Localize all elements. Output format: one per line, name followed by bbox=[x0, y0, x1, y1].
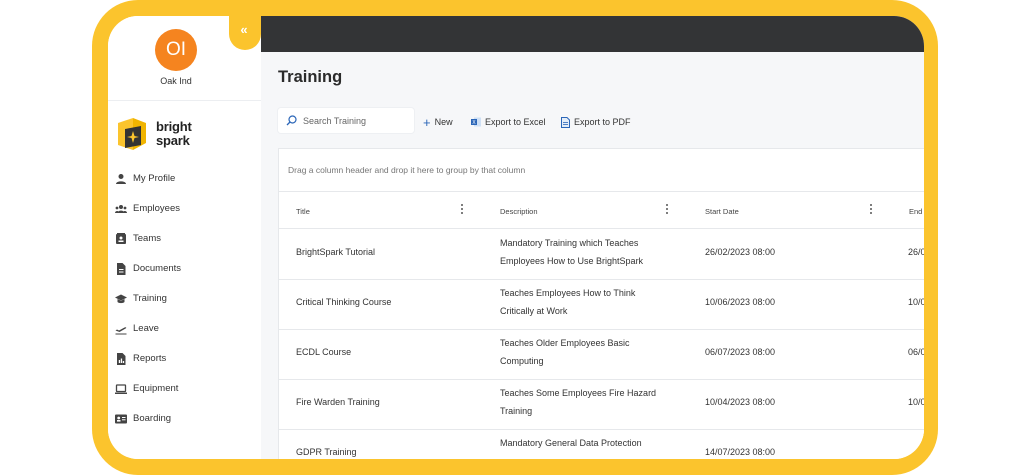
sidebar-item-leave[interactable]: Leave bbox=[108, 319, 261, 341]
sidebar: OI Oak Ind bright spark My Profile Employ… bbox=[108, 16, 262, 459]
cell-title: BrightSpark Tutorial bbox=[296, 247, 376, 257]
cell-description-line: Teaches Employees How to Think bbox=[500, 288, 636, 298]
sidebar-item-teams[interactable]: Teams bbox=[108, 229, 261, 251]
sidebar-item-label: My Profile bbox=[133, 173, 176, 184]
divider bbox=[108, 100, 261, 101]
table-row[interactable]: ECDL Course Teaches Older Employees Basi… bbox=[279, 329, 924, 379]
plus-icon: + bbox=[423, 114, 431, 130]
new-button[interactable]: + New bbox=[423, 114, 453, 130]
training-grid: Drag a column header and drop it here to… bbox=[278, 148, 924, 459]
cell-start-date: 10/04/2023 08:00 bbox=[705, 397, 776, 407]
sidebar-item-label: Reports bbox=[133, 353, 167, 364]
sidebar-item-label: Boarding bbox=[133, 413, 172, 424]
svg-text:X: X bbox=[472, 120, 476, 126]
pdf-icon bbox=[561, 116, 570, 128]
id-badge-icon bbox=[115, 414, 127, 424]
cell-description-line: Computing bbox=[500, 356, 544, 366]
cell-description-line: Mandatory General Data Protection bbox=[500, 438, 642, 448]
cell-start-date: 14/07/2023 08:00 bbox=[705, 447, 776, 457]
cell-end-date: 26/0 bbox=[908, 247, 924, 257]
column-menu-icon[interactable] bbox=[869, 204, 873, 216]
cell-start-date: 10/06/2023 08:00 bbox=[705, 297, 776, 307]
search-box bbox=[278, 108, 414, 133]
app-screen: OI Oak Ind bright spark My Profile Employ… bbox=[108, 16, 924, 459]
avatar[interactable]: OI bbox=[155, 29, 197, 71]
sidebar-item-label: Teams bbox=[133, 233, 161, 244]
plane-departure-icon bbox=[115, 327, 127, 335]
person-icon bbox=[116, 174, 126, 184]
cell-start-date: 26/02/2023 08:00 bbox=[705, 247, 776, 257]
logo-icon bbox=[118, 118, 146, 150]
column-header-end-date[interactable]: End bbox=[909, 207, 922, 216]
search-icon bbox=[286, 115, 297, 126]
export-excel-label: Export to Excel bbox=[485, 117, 546, 127]
cell-description-line: Teaches Some Employees Fire Hazard bbox=[500, 388, 657, 398]
cell-description-line: Mandatory Training which Teaches bbox=[500, 238, 639, 248]
sidebar-item-label: Equipment bbox=[133, 383, 179, 394]
logo-text: bright spark bbox=[156, 119, 192, 148]
column-header-description[interactable]: Description bbox=[500, 207, 538, 216]
graduation-cap-icon bbox=[115, 294, 127, 304]
table-row[interactable]: GDPR Training Mandatory General Data Pro… bbox=[279, 429, 924, 459]
cell-description-line: Critically at Work bbox=[500, 306, 568, 316]
export-pdf-button[interactable]: Export to PDF bbox=[561, 114, 631, 130]
cell-title: GDPR Training bbox=[296, 447, 357, 457]
group-by-drop-area[interactable]: Drag a column header and drop it here to… bbox=[288, 165, 525, 175]
cell-end-date: 06/0 bbox=[908, 347, 924, 357]
main-content: Training + New X Export to Excel Export … bbox=[261, 52, 924, 459]
excel-icon: X bbox=[471, 117, 481, 127]
cell-title: ECDL Course bbox=[296, 347, 352, 357]
collapse-sidebar-button[interactable]: « bbox=[229, 16, 261, 50]
cell-end-date: 10/0 bbox=[908, 297, 924, 307]
sidebar-item-training[interactable]: Training bbox=[108, 289, 261, 311]
page-title: Training bbox=[278, 68, 343, 86]
cell-description-line: Training bbox=[500, 406, 533, 416]
report-icon bbox=[117, 353, 126, 365]
table-row[interactable]: BrightSpark Tutorial Mandatory Training … bbox=[279, 229, 924, 279]
column-header-start-date[interactable]: Start Date bbox=[705, 207, 739, 216]
double-chevron-left-icon: « bbox=[240, 22, 248, 37]
table-row[interactable]: Fire Warden Training Teaches Some Employ… bbox=[279, 379, 924, 429]
cell-start-date: 06/07/2023 08:00 bbox=[705, 347, 776, 357]
sidebar-item-label: Employees bbox=[133, 203, 180, 214]
export-pdf-label: Export to PDF bbox=[574, 117, 631, 127]
divider bbox=[279, 191, 924, 192]
brightspark-logo: bright spark bbox=[116, 117, 206, 157]
top-bar bbox=[261, 16, 924, 52]
cell-title: Fire Warden Training bbox=[296, 397, 380, 407]
new-button-label: New bbox=[434, 117, 453, 127]
cell-title: Critical Thinking Course bbox=[296, 297, 392, 307]
sidebar-item-employees[interactable]: Employees bbox=[108, 199, 261, 221]
sidebar-item-label: Training bbox=[133, 293, 167, 304]
cell-description-line: Employees How to Use BrightSpark bbox=[500, 256, 644, 266]
sidebar-item-equipment[interactable]: Equipment bbox=[108, 379, 261, 401]
search-input[interactable] bbox=[301, 112, 411, 130]
sidebar-item-boarding[interactable]: Boarding bbox=[108, 409, 261, 431]
contact-card-icon bbox=[116, 233, 126, 244]
table-row[interactable]: Critical Thinking Course Teaches Employe… bbox=[279, 279, 924, 329]
document-icon bbox=[117, 263, 126, 275]
sidebar-item-reports[interactable]: Reports bbox=[108, 349, 261, 371]
sidebar-item-label: Documents bbox=[133, 263, 182, 274]
column-menu-icon[interactable] bbox=[665, 204, 669, 216]
people-icon bbox=[115, 205, 127, 213]
sidebar-item-label: Leave bbox=[133, 323, 159, 334]
cell-description-line: Teaches Older Employees Basic bbox=[500, 338, 630, 348]
sidebar-item-documents[interactable]: Documents bbox=[108, 259, 261, 281]
column-menu-icon[interactable] bbox=[460, 204, 464, 216]
cell-end-date: 10/0 bbox=[908, 397, 924, 407]
org-name: Oak Ind bbox=[160, 76, 192, 86]
export-excel-button[interactable]: X Export to Excel bbox=[471, 114, 546, 130]
laptop-icon bbox=[115, 384, 127, 394]
column-header-title[interactable]: Title bbox=[296, 207, 310, 216]
sidebar-item-my-profile[interactable]: My Profile bbox=[108, 169, 261, 191]
